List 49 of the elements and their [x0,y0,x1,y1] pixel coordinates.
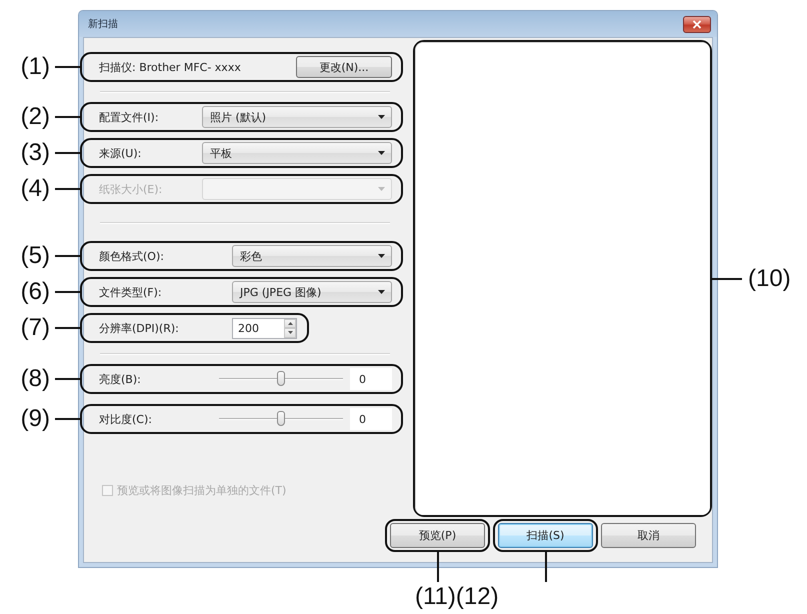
field-label: 颜色格式(O): [99,248,165,264]
caret-down-icon [288,331,292,334]
callout-label: (3) [20,141,50,165]
callout-label: (1) [20,55,50,79]
field-label: 亮度(B): [99,372,142,386]
checkbox-label: 预览或将图像扫描为单独的文件(T) [117,483,286,498]
callout-label: (10) [748,266,791,290]
close-button[interactable] [683,16,711,32]
close-icon [692,20,702,28]
dropdown[interactable]: JPG (JPEG 图像) [232,281,392,303]
slider-track[interactable] [219,411,343,427]
callout-label: (12) [456,582,499,612]
caret-down-icon [378,290,385,294]
field-label: 文件类型(F): [99,284,163,300]
callout-label: (11) [415,582,456,612]
caret-down-icon [378,151,385,155]
caret-down-icon [378,254,385,258]
callout-label: (8) [20,367,50,391]
callout-label: (6) [20,280,50,304]
callout-label: (2) [20,105,50,129]
scanner-name: 扫描仪: Brother MFC- xxxx [99,60,241,74]
dialog-button[interactable]: 取消 [601,522,696,548]
slider-thumb[interactable] [277,371,285,386]
spin-up-button[interactable] [284,318,296,328]
callout-label: (7) [20,316,50,340]
field-label: 来源(U): [99,146,142,160]
callout-label: (9) [20,407,50,431]
dialog-button[interactable]: 扫描(S) [498,522,593,548]
spin-down-button[interactable] [284,328,296,338]
value-field[interactable]: 0 [350,408,392,430]
value-field[interactable]: 0 [350,368,392,390]
change-button[interactable]: 更改(N)... [296,56,392,78]
dropdown[interactable]: 照片 (默认) [202,106,392,128]
slider-track[interactable] [219,371,343,387]
caret-up-icon [288,322,292,325]
caret-down-icon [378,187,385,191]
field-label: 配置文件(I): [99,110,160,124]
slider-thumb[interactable] [277,411,285,426]
field-label: 纸张大小(E): [99,182,164,196]
dialog-button[interactable]: 预览(P) [390,522,485,548]
callout-label: (5) [20,244,50,268]
number-field[interactable]: 200 [232,318,297,338]
dropdown[interactable]: 平板 [202,142,392,164]
window-title: 新扫描 [88,18,118,31]
field-label: 对比度(C): [99,412,153,426]
dropdown[interactable]: 彩色 [232,245,392,267]
callout-label: (4) [20,177,50,201]
caret-down-icon [378,115,385,119]
field-label: 分辨率(DPI)(R): [99,320,180,336]
